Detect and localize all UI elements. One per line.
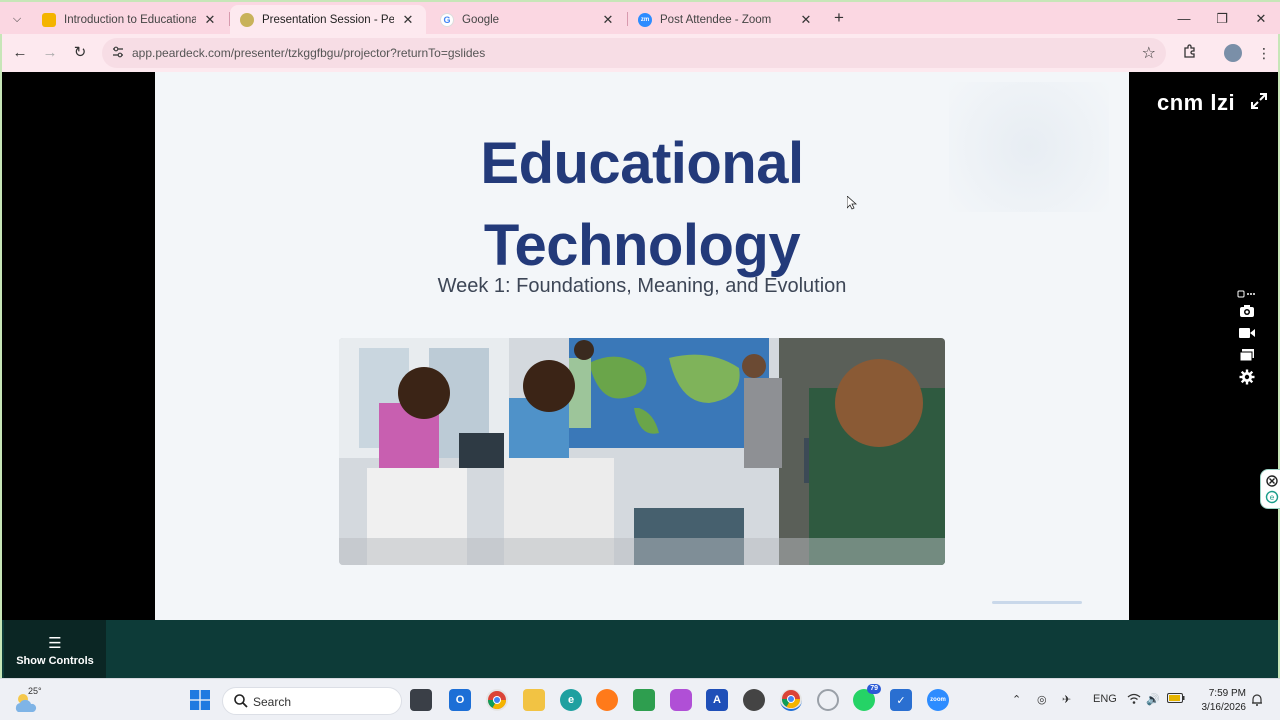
projector-view: Educational Technology Week 1: Foundatio… (0, 72, 1280, 620)
outlook-icon[interactable]: O (449, 689, 471, 711)
restore-icon[interactable]: ❐ (1210, 8, 1234, 30)
session-join-code: cnm lzi (1157, 90, 1236, 115)
screen-capture-toolbar (1234, 288, 1260, 388)
close-tab-icon[interactable]: ✕ (600, 12, 616, 28)
todo-check-icon[interactable]: ✓ (890, 689, 912, 711)
slide-title-line-1: Educational (480, 131, 804, 196)
clock-time: 7:59 PM (1208, 688, 1246, 699)
peardeck-icon (240, 12, 254, 27)
profile-avatar[interactable] (1224, 44, 1242, 62)
presentation-slide: Educational Technology Week 1: Foundatio… (155, 72, 1129, 620)
classroom-photo (339, 338, 945, 565)
close-tab-icon[interactable]: ✕ (400, 12, 416, 28)
search-label: Search (253, 695, 292, 709)
video-record-icon[interactable] (1234, 322, 1260, 344)
toolbar-more-icon[interactable] (1234, 288, 1260, 300)
tab-introduction-slides[interactable]: Introduction to Educational Te ✕ (32, 5, 228, 34)
url-text: app.peardeck.com/presenter/tzkggfbgu/pro… (132, 46, 486, 60)
google-icon: G (440, 12, 454, 27)
tab-title: Introduction to Educational Te (64, 13, 196, 26)
tab-search-chevron-icon[interactable]: ⌵ (6, 8, 28, 30)
system-clock[interactable]: 7:59 PM 3/16/2026 (1188, 687, 1247, 715)
phone-link-icon[interactable] (743, 689, 765, 711)
notification-bell-icon[interactable] (1251, 693, 1263, 709)
clock-date: 3/16/2026 (1201, 702, 1247, 713)
extension-side-widget[interactable]: e (1260, 469, 1280, 509)
tab-title: Google (462, 13, 500, 26)
new-tab-plus-icon[interactable]: + (830, 9, 848, 27)
close-tab-icon[interactable]: ✕ (798, 12, 814, 28)
fullscreen-expand-icon[interactable] (1250, 92, 1268, 110)
tab-presentation-session[interactable]: Presentation Session - Pear Dec ✕ (230, 5, 426, 34)
settings-gear-icon[interactable] (1234, 366, 1260, 388)
site-info-icon[interactable] (110, 45, 126, 61)
file-explorer-icon[interactable] (523, 689, 545, 711)
camera-icon[interactable] (1234, 300, 1260, 322)
volume-icon[interactable]: 🔊 (1146, 693, 1160, 706)
battery-icon[interactable] (1167, 693, 1185, 706)
browser-tab-strip: ⌵ Introduction to Educational Te ✕ Prese… (0, 0, 1280, 34)
slide-title-line-2: Technology (483, 213, 801, 278)
presenter-control-bar: ☰ Show Controls (0, 620, 1280, 678)
firefox-icon[interactable] (596, 689, 618, 711)
editor-app-icon[interactable]: A (706, 689, 728, 711)
tab-google[interactable]: G Google ✕ (430, 5, 626, 34)
input-language[interactable]: ENG (1093, 693, 1117, 705)
address-bar[interactable]: app.peardeck.com/presenter/tzkggfbgu/pro… (102, 38, 1166, 68)
show-controls-label: Show Controls (16, 655, 94, 667)
zoom-taskbar-icon[interactable]: zoom (927, 689, 949, 711)
more-menu-icon[interactable]: ⋮ (1254, 43, 1274, 63)
taskbar-search-box[interactable]: Search (222, 687, 402, 715)
forward-arrow-icon[interactable]: → (40, 43, 60, 63)
window-capture-icon[interactable] (1234, 344, 1260, 366)
extensions-puzzle-icon[interactable] (1180, 43, 1200, 63)
tray-app-icon[interactable]: ◎ (1037, 693, 1047, 706)
tab-title: Post Attendee - Zoom (660, 13, 772, 26)
whatsapp-icon[interactable]: 79 (853, 684, 881, 711)
hamburger-menu-icon: ☰ (48, 635, 62, 652)
chrome-active-icon[interactable] (780, 689, 802, 711)
slide-subtitle: Week 1: Foundations, Meaning, and Evolut… (437, 275, 847, 297)
show-hidden-icons-chevron[interactable]: ⌃ (1012, 693, 1021, 706)
tray-network-app-icon[interactable]: ✈ (1062, 693, 1071, 706)
bookmark-star-icon[interactable]: ☆ (1142, 43, 1156, 63)
slides-icon (42, 12, 56, 27)
minimize-icon[interactable]: — (1172, 8, 1196, 30)
notification-badge: 79 (867, 684, 881, 694)
task-view-icon[interactable] (410, 689, 432, 711)
spreadsheet-app-icon[interactable] (633, 689, 655, 711)
weather-temperature: 25° (28, 686, 42, 696)
windows-start-icon[interactable] (189, 689, 211, 711)
tab-title: Presentation Session - Pear Dec (262, 13, 394, 26)
app-circle-icon[interactable] (817, 689, 839, 711)
edge-icon[interactable]: e (560, 689, 582, 711)
close-tab-icon[interactable]: ✕ (202, 12, 218, 28)
slide-progress-bar (992, 601, 1082, 604)
close-window-icon[interactable]: ✕ (1249, 8, 1273, 30)
zoom-icon: zm (638, 12, 652, 27)
svg-text:e: e (1270, 493, 1275, 502)
mouse-pointer-icon (846, 195, 858, 210)
weather-widget[interactable]: 25° (14, 684, 54, 716)
reload-icon[interactable]: ↻ (70, 43, 90, 63)
search-icon (233, 693, 249, 709)
tab-zoom[interactable]: zm Post Attendee - Zoom ✕ (628, 5, 824, 34)
chrome-profile-icon[interactable] (486, 689, 508, 711)
browser-toolbar: ← → ↻ app.peardeck.com/presenter/tzkggfb… (0, 34, 1280, 72)
windows-taskbar: 25° Search O e A 79 ✓ zoom ⌃ ◎ ✈ ENG 🔊 7… (0, 678, 1280, 720)
copilot-icon[interactable] (670, 689, 692, 711)
back-arrow-icon[interactable]: ← (10, 43, 30, 63)
wifi-icon[interactable] (1127, 693, 1141, 708)
show-controls-button[interactable]: ☰ Show Controls (4, 620, 106, 678)
